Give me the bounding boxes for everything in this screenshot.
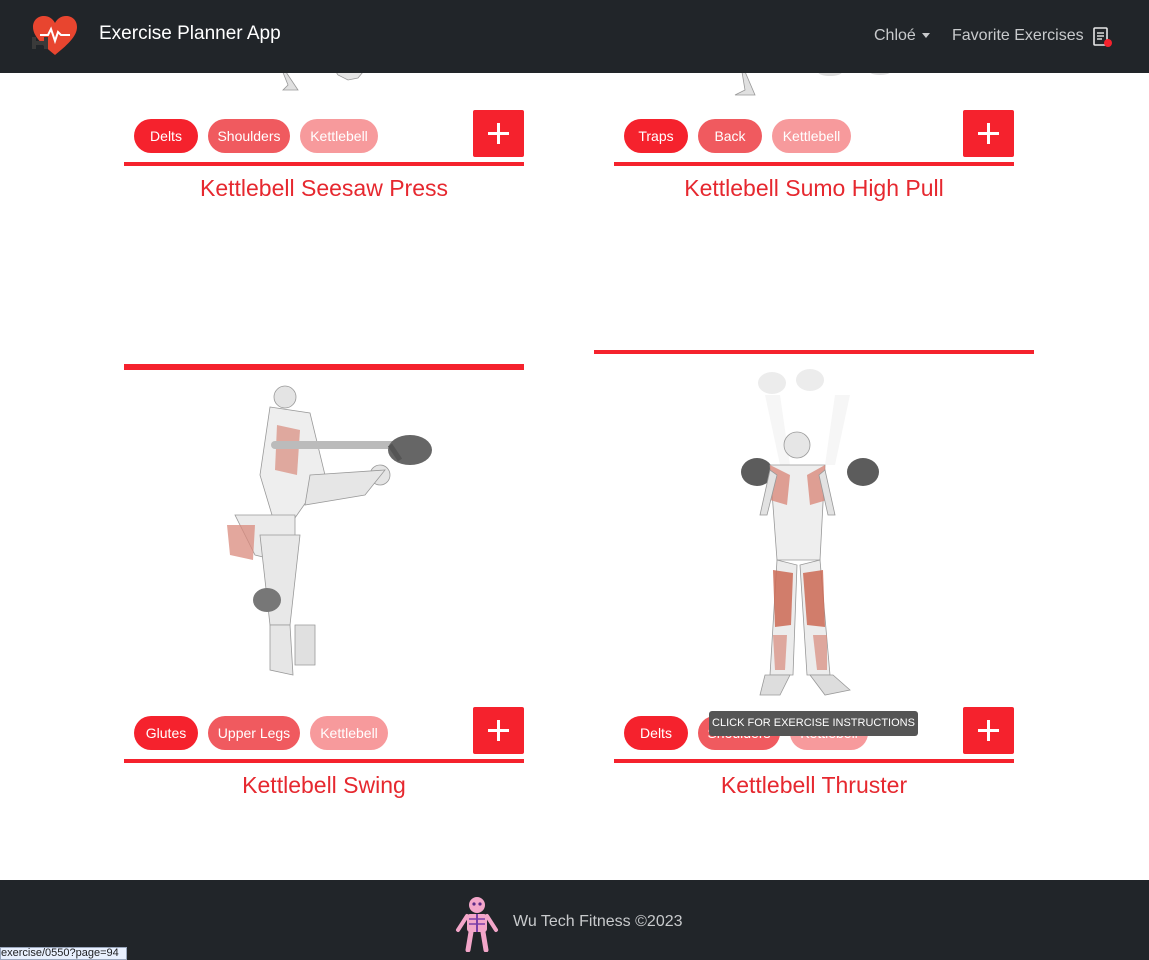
body-part-tag[interactable]: Upper Legs bbox=[208, 716, 300, 750]
add-favorite-button[interactable] bbox=[963, 707, 1014, 754]
clipboard-heart-icon[interactable] bbox=[1092, 26, 1112, 48]
body-part-tag[interactable]: Shoulders bbox=[208, 119, 290, 153]
exercise-figure-image[interactable] bbox=[735, 365, 895, 705]
footer: Wu Tech Fitness ©2023 bbox=[0, 880, 1149, 960]
instructions-tooltip: CLICK FOR EXERCISE INSTRUCTIONS bbox=[709, 711, 918, 736]
card-divider bbox=[124, 162, 524, 166]
add-favorite-button[interactable] bbox=[473, 110, 524, 157]
status-bar-url: exercise/0550?page=94 bbox=[0, 947, 127, 960]
equipment-tag[interactable]: Kettlebell bbox=[772, 119, 851, 153]
user-menu-label: Chloé bbox=[874, 27, 916, 44]
footer-copyright: Wu Tech Fitness ©2023 bbox=[513, 913, 683, 930]
muscle-tag[interactable]: Delts bbox=[134, 119, 198, 153]
add-favorite-button[interactable] bbox=[963, 110, 1014, 157]
card-divider bbox=[614, 759, 1014, 763]
navbar: Exercise Planner App Chloé Favorite Exer… bbox=[0, 0, 1149, 73]
skeleton-icon bbox=[456, 897, 498, 952]
exercise-title[interactable]: Kettlebell Sumo High Pull bbox=[614, 175, 1014, 202]
muscle-tag[interactable]: Glutes bbox=[134, 716, 198, 750]
muscle-tag[interactable]: Traps bbox=[624, 119, 688, 153]
add-favorite-button[interactable] bbox=[473, 707, 524, 754]
body-part-tag[interactable]: Back bbox=[698, 119, 762, 153]
equipment-tag[interactable]: Kettlebell bbox=[300, 119, 378, 153]
card-top-border bbox=[124, 364, 524, 370]
brand-name[interactable]: Exercise Planner App bbox=[99, 23, 281, 45]
exercise-title[interactable]: Kettlebell Thruster bbox=[614, 772, 1014, 799]
exercise-figure-image[interactable] bbox=[215, 385, 435, 685]
card-divider bbox=[124, 759, 524, 763]
exercise-title[interactable]: Kettlebell Seesaw Press bbox=[124, 175, 524, 202]
exercise-title[interactable]: Kettlebell Swing bbox=[124, 772, 524, 799]
favorites-link[interactable]: Favorite Exercises bbox=[952, 27, 1084, 45]
equipment-tag[interactable]: Kettlebell bbox=[310, 716, 388, 750]
card-top-border bbox=[594, 350, 1034, 354]
chevron-down-icon bbox=[921, 33, 930, 39]
card-divider bbox=[614, 162, 1014, 166]
user-menu-dropdown[interactable]: Chloé bbox=[874, 27, 930, 45]
heart-dumbbell-icon[interactable] bbox=[30, 15, 80, 57]
muscle-tag[interactable]: Delts bbox=[624, 716, 688, 750]
